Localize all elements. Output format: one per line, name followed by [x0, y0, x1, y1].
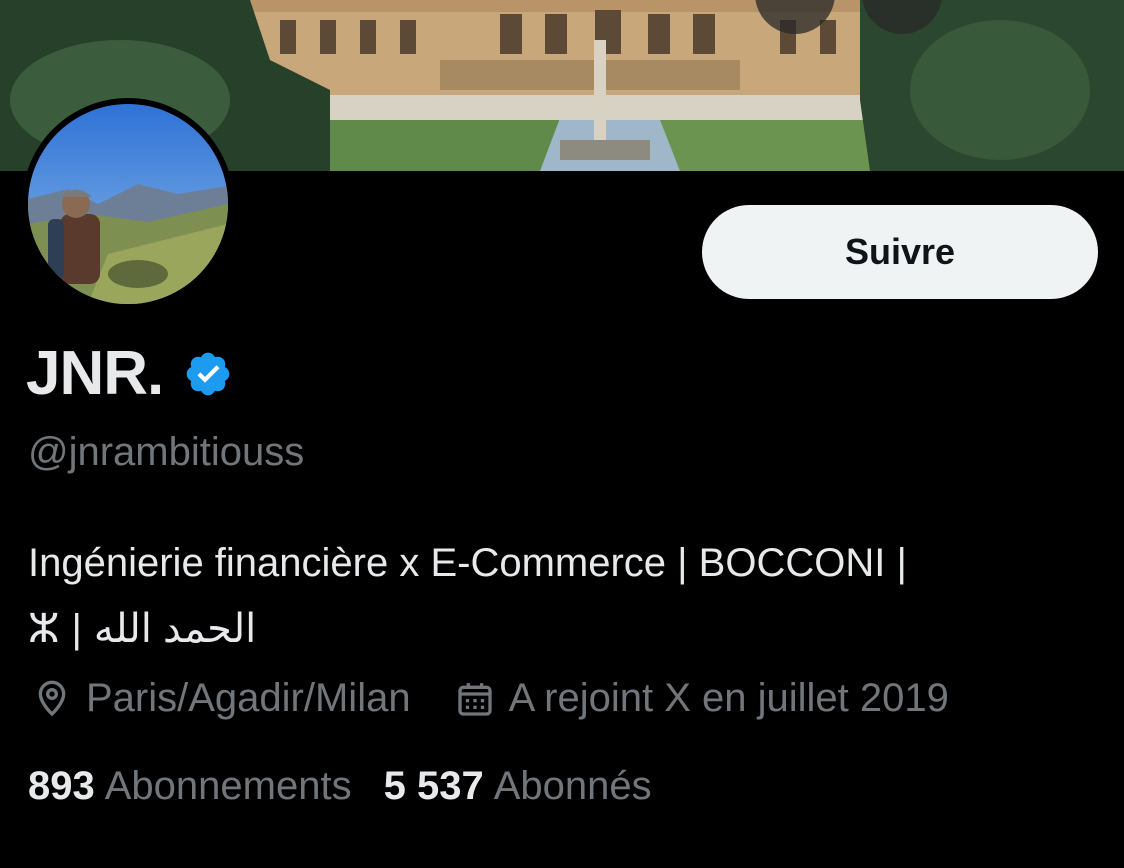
bio-line-2: ⵣ | الحمد الله — [28, 596, 1098, 662]
calendar-icon — [457, 682, 492, 716]
location-item: Paris/Agadir/Milan — [32, 676, 411, 721]
following-label: Abonnements — [104, 764, 352, 808]
amazigh-symbol: ⵣ — [28, 607, 60, 651]
followers-label: Abonnés — [493, 764, 652, 808]
display-name: JNR. — [26, 339, 164, 408]
profile-stats: 893 Abonnements 5 537 Abonnés — [28, 764, 652, 809]
location-text: Paris/Agadir/Milan — [86, 676, 411, 720]
follow-button[interactable]: Suivre — [702, 205, 1098, 299]
bio-line-1: Ingénierie financière x E-Commerce | BOC… — [28, 541, 907, 585]
bio-arabic-text: الحمد الله — [93, 607, 257, 651]
avatar[interactable] — [22, 98, 234, 310]
followers-link[interactable]: 5 537 Abonnés — [384, 764, 652, 809]
location-pin-icon — [38, 680, 66, 716]
profile-meta: Paris/Agadir/Milan A rejoint X en juille… — [32, 676, 949, 721]
profile-handle: @jnrambitiouss — [28, 430, 305, 474]
verified-badge-icon[interactable] — [183, 349, 233, 404]
following-count: 893 — [28, 764, 95, 808]
joined-text: A rejoint X en juillet 2019 — [508, 676, 949, 720]
profile-bio: Ingénierie financière x E-Commerce | BOC… — [28, 530, 1098, 662]
following-link[interactable]: 893 Abonnements — [28, 764, 352, 809]
profile-name-row: JNR. — [26, 338, 233, 409]
bio-separator: | — [71, 607, 82, 651]
followers-count: 5 537 — [383, 764, 484, 808]
joined-item: A rejoint X en juillet 2019 — [455, 676, 949, 721]
